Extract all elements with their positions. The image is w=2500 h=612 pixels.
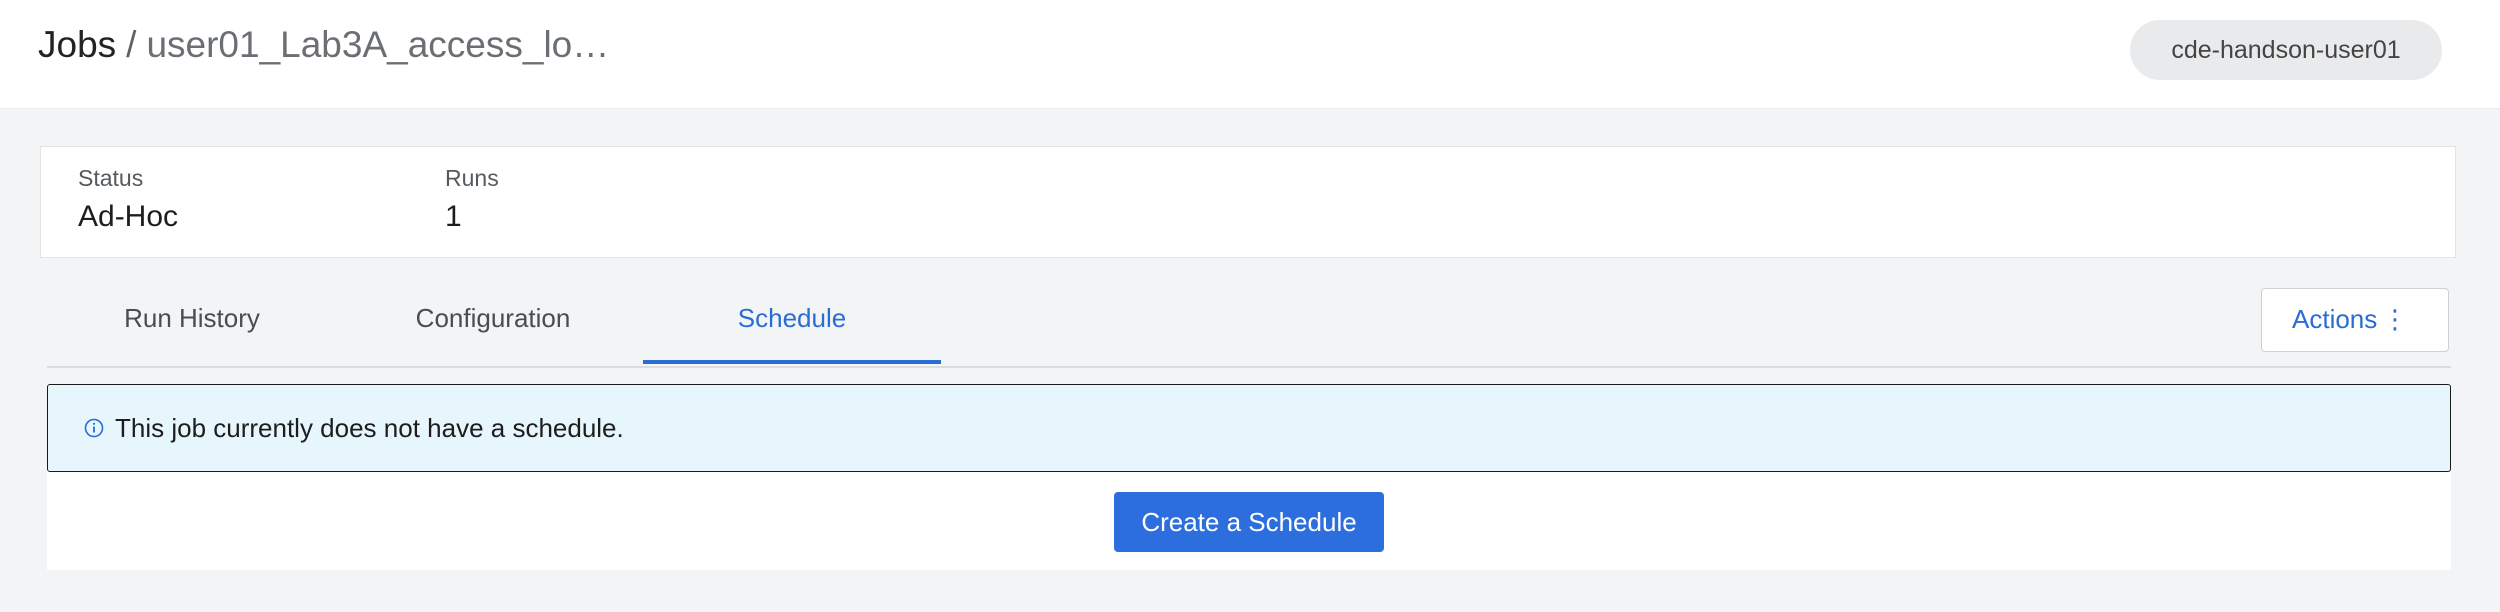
- status-label: Status: [78, 165, 144, 191]
- actions-label: Actions: [2292, 304, 2378, 334]
- job-tabs: Run History Configuration Schedule: [47, 280, 2451, 368]
- no-schedule-alert: This job currently does not have a sched…: [47, 384, 2451, 472]
- kebab-menu-icon: ⋮: [2382, 304, 2408, 334]
- breadcrumb-jobs-link[interactable]: Jobs: [38, 24, 116, 65]
- top-bar: Jobs / user01_Lab3A_access_lo… cde-handson…: [0, 0, 2500, 109]
- runs-value: 1: [445, 200, 462, 233]
- schedule-panel: This job currently does not have a sched…: [47, 384, 2451, 570]
- runs-label: Runs: [445, 165, 499, 191]
- tab-schedule[interactable]: Schedule: [643, 280, 941, 364]
- breadcrumb-separator: /: [126, 24, 137, 65]
- tab-configuration[interactable]: Configuration: [344, 280, 642, 364]
- tab-run-history[interactable]: Run History: [47, 280, 337, 364]
- info-icon: [84, 418, 104, 438]
- actions-button[interactable]: Actions ⋮: [2261, 288, 2449, 352]
- create-schedule-button[interactable]: Create a Schedule: [1114, 492, 1384, 552]
- runs-stat: Runs 1: [445, 163, 499, 237]
- job-summary-card: Status Ad-Hoc Runs 1: [40, 146, 2456, 258]
- breadcrumb: Jobs / user01_Lab3A_access_lo…: [38, 20, 609, 70]
- status-value: Ad-Hoc: [78, 200, 179, 233]
- status-stat: Status Ad-Hoc: [78, 163, 178, 237]
- no-schedule-message: This job currently does not have a sched…: [115, 413, 624, 443]
- breadcrumb-current-job: user01_Lab3A_access_lo…: [146, 24, 610, 65]
- virtual-cluster-pill[interactable]: cde-handson-user01: [2130, 20, 2442, 80]
